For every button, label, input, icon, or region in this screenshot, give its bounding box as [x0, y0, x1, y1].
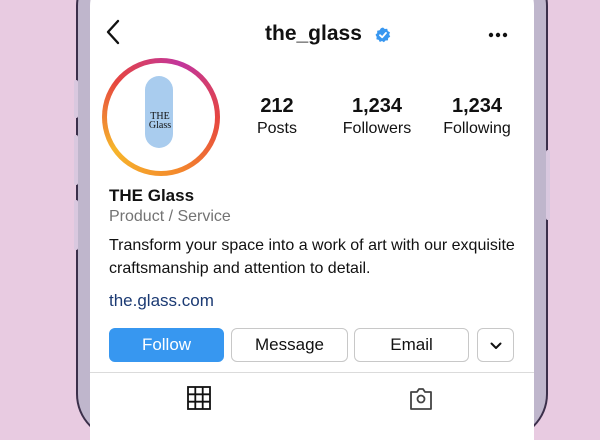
stat-following-value: 1,234	[451, 95, 503, 117]
back-button[interactable]	[105, 19, 121, 51]
email-button[interactable]: Email	[354, 328, 469, 362]
stat-followers[interactable]: 1,234 Followers	[325, 94, 429, 140]
stat-posts-value: 212	[260, 95, 294, 117]
more-horizontal-icon	[488, 32, 508, 38]
chevron-down-icon	[490, 342, 501, 350]
message-button[interactable]: Message	[231, 328, 348, 362]
stat-posts[interactable]: 212 Posts	[237, 94, 317, 140]
stat-posts-label: Posts	[256, 120, 297, 137]
grid-icon[interactable]	[187, 386, 211, 410]
profile-display-name: THE Glass	[109, 186, 195, 205]
stat-followers-label: Followers	[342, 120, 412, 137]
tabs-divider	[90, 372, 534, 373]
phone-side-button	[546, 150, 550, 220]
profile-category: Product / Service	[109, 208, 231, 225]
tagged-icon[interactable]	[408, 387, 434, 411]
suggested-dropdown-button[interactable]	[477, 328, 514, 362]
logo-line2: Glass	[148, 120, 172, 131]
profile-bio: Transform your space into a work of art …	[109, 237, 515, 277]
stat-following[interactable]: 1,234 Following	[425, 94, 529, 140]
chevron-left-icon	[106, 19, 120, 45]
avatar-image: THE Glass	[107, 63, 215, 171]
stat-following-label: Following	[443, 120, 511, 137]
avatar[interactable]: THE Glass	[102, 58, 220, 176]
logo-pill: THE Glass	[145, 76, 173, 148]
phone-screen: the_glass THE Glass 212 Posts 1,234 Foll…	[90, 0, 534, 440]
verified-badge-icon	[375, 27, 391, 43]
more-options-button[interactable]	[488, 18, 508, 44]
stat-followers-value: 1,234	[351, 95, 403, 117]
profile-username: the_glass	[265, 22, 362, 45]
logo-text: THE Glass	[141, 112, 179, 131]
profile-website-link[interactable]: the.glass.com	[109, 291, 214, 311]
phone-frame: the_glass THE Glass 212 Posts 1,234 Foll…	[74, 0, 550, 440]
follow-button[interactable]: Follow	[109, 328, 224, 362]
